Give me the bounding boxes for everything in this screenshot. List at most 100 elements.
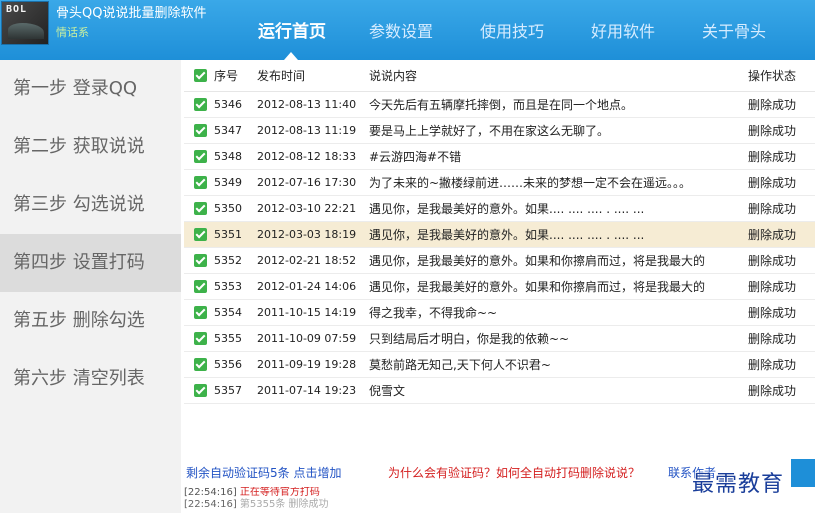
row-checkbox[interactable] [194, 326, 210, 352]
step-captcha[interactable]: 第四步 设置打码 [0, 234, 181, 292]
check-icon [194, 202, 207, 215]
check-icon [194, 280, 207, 293]
check-icon [194, 69, 207, 82]
check-icon [194, 306, 207, 319]
row-time: 2012-03-10 22:21 [257, 202, 357, 215]
col-status-header[interactable]: 操作状态 [748, 60, 808, 92]
check-icon [194, 332, 207, 345]
tab-software[interactable]: 好用软件 [591, 18, 655, 42]
table-row[interactable]: 5355 2011-10-09 07:59 只到结局后才明白，你是我的依赖~~ 删除成… [184, 326, 815, 352]
row-checkbox[interactable] [194, 248, 210, 274]
row-time: 2012-08-13 11:40 [257, 98, 357, 111]
row-checkbox[interactable] [194, 170, 210, 196]
row-id: 5347 [214, 124, 242, 137]
avatar-text: BOL [6, 4, 28, 15]
title-bar: BOL 骨头QQ说说批量删除软件 情话系 运行首页 参数设置 使用技巧 好用软件… [0, 0, 815, 60]
row-content: 遇见你，是我最美好的意外。如果和你擦肩而过，将是我最大的 [369, 280, 706, 294]
table-row[interactable]: 5347 2012-08-13 11:19 要是马上上学就好了，不用在家这么无聊了。… [184, 118, 815, 144]
captcha-help-link[interactable]: 为什么会有验证码？如何全自动打码删除说说？ [388, 464, 640, 481]
row-status: 删除成功 [748, 124, 797, 138]
select-all-checkbox[interactable] [194, 60, 210, 92]
check-icon [194, 124, 207, 137]
table-row[interactable]: 5354 2011-10-15 14:19 得之我幸，不得我命~~ 删除成功 [184, 300, 815, 326]
app-title: 骨头QQ说说批量删除软件 [56, 6, 207, 21]
row-status: 删除成功 [748, 202, 797, 216]
row-checkbox[interactable] [194, 300, 210, 326]
row-checkbox[interactable] [194, 378, 210, 404]
row-time: 2012-01-24 14:06 [257, 280, 357, 293]
row-id: 5354 [214, 306, 242, 319]
table-row[interactable]: 5356 2011-09-19 19:28 莫愁前路无知己,天下何人不识君~ 删除成功 [184, 352, 815, 378]
table-row[interactable]: 5353 2012-01-24 14:06 遇见你，是我最美好的意外。如果和你擦肩而… [184, 274, 815, 300]
log-message: 正在等待官方打码 [239, 487, 320, 498]
active-tab-indicator [284, 52, 298, 60]
col-id-header[interactable]: 序号 [214, 60, 252, 92]
row-content: 今天先后有五辆摩托摔倒，而且是在同一个地点。 [369, 98, 634, 112]
tab-tips[interactable]: 使用技巧 [480, 18, 544, 42]
row-id: 5351 [214, 228, 242, 241]
tab-about[interactable]: 关于骨头 [702, 18, 766, 42]
user-nickname[interactable]: 情话系 [56, 24, 89, 40]
scroll-button[interactable] [791, 459, 815, 487]
row-time: 2012-02-21 18:52 [257, 254, 357, 267]
check-icon [194, 98, 207, 111]
table-row[interactable]: 5346 2012-08-13 11:40 今天先后有五辆摩托摔倒，而且是在同一个地… [184, 92, 815, 118]
table-row[interactable]: 5348 2012-08-12 18:33 #云游四海#不错 删除成功 [184, 144, 815, 170]
row-content: 为了未来的~撇楼绿前进……未来的梦想一定不会在遥远。。。 [369, 176, 692, 190]
log-time: [22:54:16] [184, 499, 237, 510]
row-checkbox[interactable] [194, 118, 210, 144]
row-checkbox[interactable] [194, 352, 210, 378]
row-status: 删除成功 [748, 98, 797, 112]
row-checkbox[interactable] [194, 274, 210, 300]
steps-sidebar: 第一步 登录QQ 第二步 获取说说 第三步 勾选说说 第四步 设置打码 第五步 … [0, 60, 181, 513]
check-icon [194, 384, 207, 397]
step-select[interactable]: 第三步 勾选说说 [0, 176, 181, 234]
row-id: 5349 [214, 176, 242, 189]
row-id: 5355 [214, 332, 242, 345]
row-checkbox[interactable] [194, 222, 210, 248]
captcha-remaining-link[interactable]: 剩余自动验证码5条 点击增加 [186, 464, 341, 481]
row-id: 5346 [214, 98, 242, 111]
watermark-text: 最需教育 [692, 472, 785, 497]
tab-settings[interactable]: 参数设置 [369, 18, 433, 42]
row-time: 2011-07-14 19:23 [257, 384, 357, 397]
table-header: 序号 发布时间 说说内容 操作状态 [184, 60, 815, 92]
step-delete[interactable]: 第五步 删除勾选 [0, 292, 181, 350]
row-checkbox[interactable] [194, 92, 210, 118]
row-content: 遇见你，是我最美好的意外。如果.... .... .... . .... ... [369, 228, 645, 242]
check-icon [194, 254, 207, 267]
tab-home[interactable]: 运行首页 [258, 17, 326, 42]
row-content: 遇见你，是我最美好的意外。如果.... .... .... . .... ... [369, 202, 645, 216]
row-checkbox[interactable] [194, 196, 210, 222]
row-status: 删除成功 [748, 306, 797, 320]
table-row[interactable]: 5357 2011-07-14 19:23 倪雪文 删除成功 [184, 378, 815, 404]
table-row[interactable]: 5349 2012-07-16 17:30 为了未来的~撇楼绿前进……未来的梦想一定… [184, 170, 815, 196]
check-icon [194, 228, 207, 241]
check-icon [194, 150, 207, 163]
row-id: 5350 [214, 202, 242, 215]
log-line: [22:54:16] 第5355条 删除成功 [184, 499, 815, 511]
table-row[interactable]: 5351 2012-03-03 18:19 遇见你，是我最美好的意外。如果.... … [184, 222, 815, 248]
step-login[interactable]: 第一步 登录QQ [0, 60, 181, 118]
row-id: 5357 [214, 384, 242, 397]
row-content: 只到结局后才明白，你是我的依赖~~ [369, 332, 570, 346]
step-clear[interactable]: 第六步 清空列表 [0, 350, 181, 408]
avatar[interactable]: BOL [1, 1, 49, 45]
row-status: 删除成功 [748, 176, 797, 190]
col-content-header[interactable]: 说说内容 [369, 60, 724, 92]
row-id: 5353 [214, 280, 242, 293]
row-content: 得之我幸，不得我命~~ [369, 306, 498, 320]
row-content: #云游四海#不错 [369, 150, 462, 164]
table-row[interactable]: 5352 2012-02-21 18:52 遇见你，是我最美好的意外。如果和你擦肩而… [184, 248, 815, 274]
row-time: 2012-03-03 18:19 [257, 228, 357, 241]
check-icon [194, 176, 207, 189]
row-status: 删除成功 [748, 358, 797, 372]
row-status: 删除成功 [748, 280, 797, 294]
row-time: 2011-10-15 14:19 [257, 306, 357, 319]
row-time: 2012-08-12 18:33 [257, 150, 357, 163]
row-content: 倪雪文 [369, 384, 406, 398]
step-fetch[interactable]: 第二步 获取说说 [0, 118, 181, 176]
row-checkbox[interactable] [194, 144, 210, 170]
table-row[interactable]: 5350 2012-03-10 22:21 遇见你，是我最美好的意外。如果.... … [184, 196, 815, 222]
col-time-header[interactable]: 发布时间 [257, 60, 369, 92]
